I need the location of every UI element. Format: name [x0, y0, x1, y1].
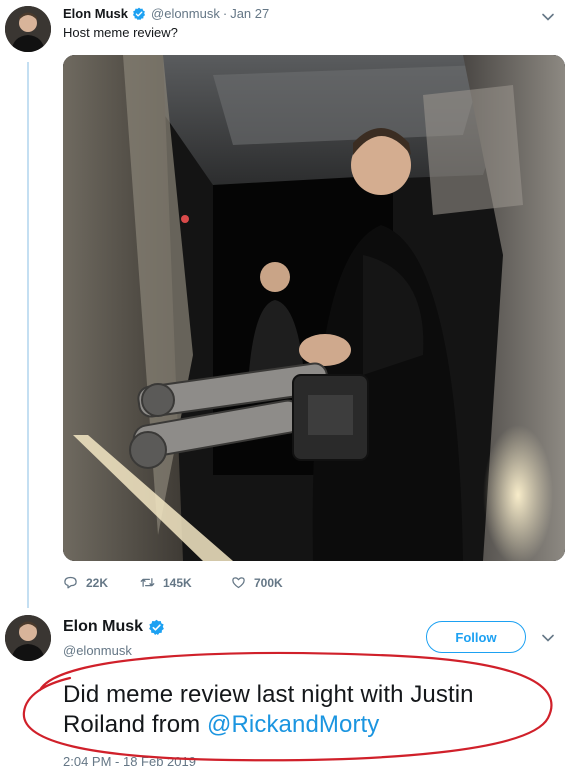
- tweet-header: Elon Musk @elonmusk · Jan 27: [63, 6, 269, 21]
- chevron-down-icon[interactable]: [541, 631, 555, 645]
- author-name[interactable]: Elon Musk: [63, 6, 128, 21]
- avatar[interactable]: [5, 6, 51, 52]
- reply-button[interactable]: 22K: [63, 575, 140, 590]
- verified-badge-icon: [132, 7, 146, 21]
- tweet-actions: 22K 145K 700K: [63, 575, 283, 590]
- mention-link[interactable]: @RickandMorty: [207, 711, 379, 738]
- author-name[interactable]: Elon Musk: [63, 618, 143, 636]
- tweet-text: Did meme review last night with Justin R…: [63, 680, 553, 740]
- chevron-down-icon[interactable]: [541, 10, 555, 24]
- tweet-timestamp[interactable]: 2:04 PM - 18 Feb 2019: [63, 754, 196, 769]
- tweet-text: Host meme review?: [63, 25, 178, 40]
- separator-dot: ·: [222, 6, 228, 21]
- retweet-count: 145K: [163, 575, 192, 590]
- reply-count: 22K: [86, 575, 109, 590]
- follow-button[interactable]: Follow: [426, 621, 526, 653]
- author-handle[interactable]: @elonmusk: [63, 643, 132, 658]
- author-name-row: Elon Musk: [63, 618, 167, 636]
- thread-connector-line: [27, 62, 29, 608]
- tweet-photo[interactable]: [63, 55, 565, 561]
- retweet-button[interactable]: 145K: [140, 575, 231, 590]
- like-count: 700K: [254, 575, 283, 590]
- heart-icon: [232, 577, 245, 589]
- like-button[interactable]: 700K: [231, 575, 283, 590]
- avatar[interactable]: [5, 615, 51, 661]
- verified-badge-icon: [148, 619, 165, 636]
- reply-icon: [64, 576, 77, 589]
- retweet-icon: [140, 578, 155, 587]
- author-handle[interactable]: @elonmusk: [151, 6, 220, 21]
- tweet-date[interactable]: Jan 27: [230, 6, 269, 21]
